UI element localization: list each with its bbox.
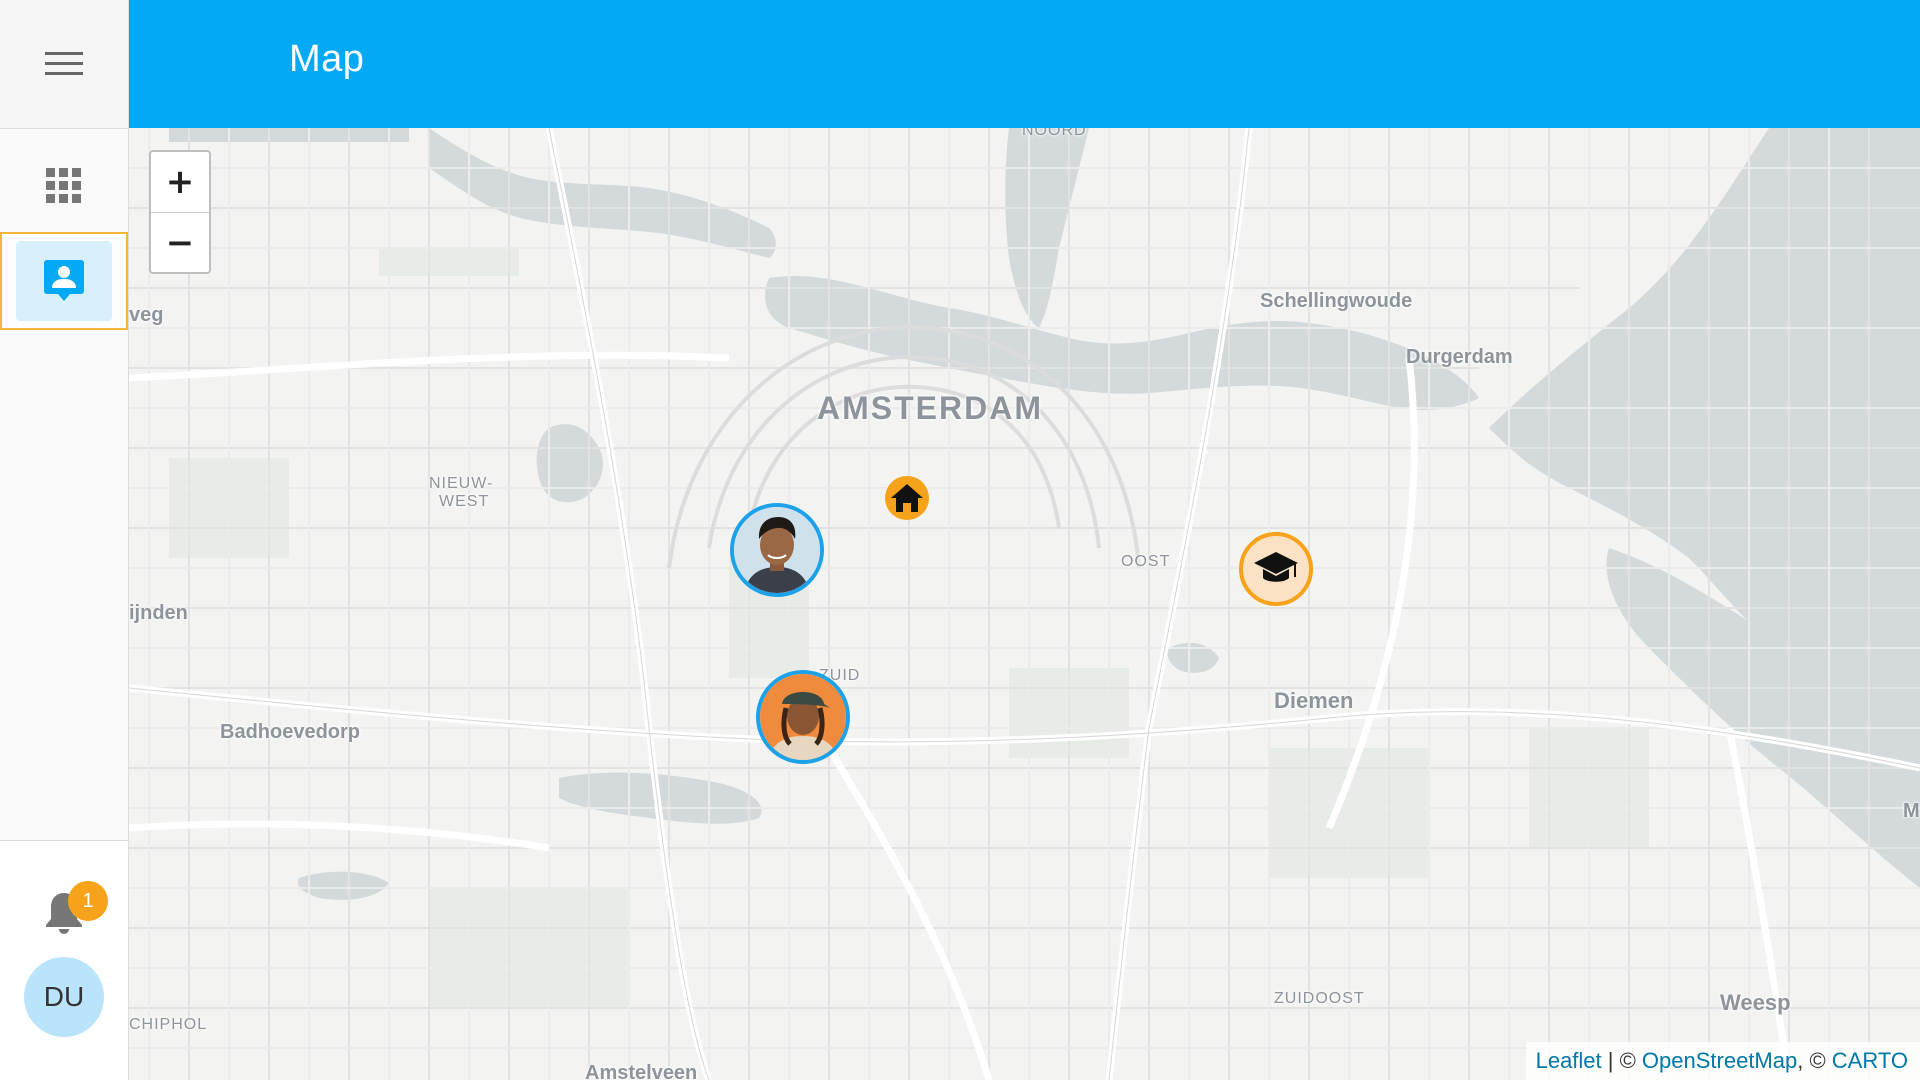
- zoom-out-button[interactable]: −: [151, 213, 209, 273]
- map-label-diemen: Diemen: [1274, 688, 1354, 713]
- zoom-control: + −: [149, 150, 211, 274]
- map-attribution: Leaflet | © OpenStreetMap, © CARTO: [1525, 1042, 1920, 1080]
- hamburger-menu-icon: [45, 52, 83, 75]
- map-label-schiphol: CHIPHOL: [129, 1016, 208, 1033]
- sidebar-footer: 1 DU: [0, 840, 128, 1081]
- app-header: Map: [129, 0, 1920, 128]
- map-label-weesp: Weesp: [1720, 990, 1791, 1015]
- home-icon: [891, 484, 923, 512]
- apps-grid-icon: [46, 168, 81, 203]
- carto-link[interactable]: CARTO: [1832, 1048, 1908, 1073]
- openstreetmap-link[interactable]: OpenStreetMap: [1642, 1048, 1797, 1073]
- map-label-veg: veg: [129, 304, 164, 326]
- person-avatar-1: [734, 507, 820, 593]
- map-tiles: [129, 128, 1920, 1080]
- map-label-nieuw-west-2: WEST: [439, 493, 490, 510]
- person-marker-1[interactable]: [730, 503, 824, 597]
- map-label-zuidoost: ZUIDOOST: [1274, 990, 1365, 1007]
- map-label-badhoevedorp: Badhoevedorp: [220, 721, 361, 743]
- graduation-cap-icon: [1254, 552, 1298, 582]
- map-view[interactable]: NOORD AMSTERDAM Schellingwoude Durgerdam…: [129, 128, 1920, 1080]
- leaflet-link[interactable]: Leaflet: [1536, 1048, 1602, 1073]
- map-label-amstelveen: Amstelveen: [585, 1062, 698, 1080]
- sidebar-item-people[interactable]: [0, 232, 128, 330]
- sidebar: 1 DU: [0, 0, 129, 1081]
- person-marker-2[interactable]: [756, 670, 850, 764]
- menu-button[interactable]: [0, 0, 128, 129]
- home-marker[interactable]: [885, 476, 929, 520]
- map-label-durgerdam: Durgerdam: [1406, 346, 1513, 368]
- person-avatar-2: [760, 674, 846, 760]
- sidebar-item-people-highlight: [16, 241, 112, 321]
- sidebar-item-apps[interactable]: [0, 146, 128, 226]
- school-marker[interactable]: [1239, 532, 1313, 606]
- map-label-noord: NOORD: [1022, 128, 1087, 139]
- map-label-oost: OOST: [1121, 553, 1171, 570]
- attribution-separator-2: , ©: [1797, 1048, 1832, 1073]
- zoom-in-button[interactable]: +: [151, 152, 209, 213]
- attribution-separator-1: | ©: [1601, 1048, 1642, 1073]
- map-label-m-edge: M: [1903, 800, 1920, 822]
- map-label-amsterdam: AMSTERDAM: [817, 390, 1043, 426]
- contact-card-icon: [44, 260, 84, 301]
- user-avatar[interactable]: DU: [24, 957, 104, 1037]
- map-label-ijnden: ijnden: [129, 602, 188, 624]
- map-label-nieuw-west-1: NIEUW-: [429, 475, 494, 492]
- notification-count-badge: 1: [68, 881, 108, 921]
- map-label-schellingwoude: Schellingwoude: [1260, 290, 1413, 312]
- page-title: Map: [289, 38, 365, 80]
